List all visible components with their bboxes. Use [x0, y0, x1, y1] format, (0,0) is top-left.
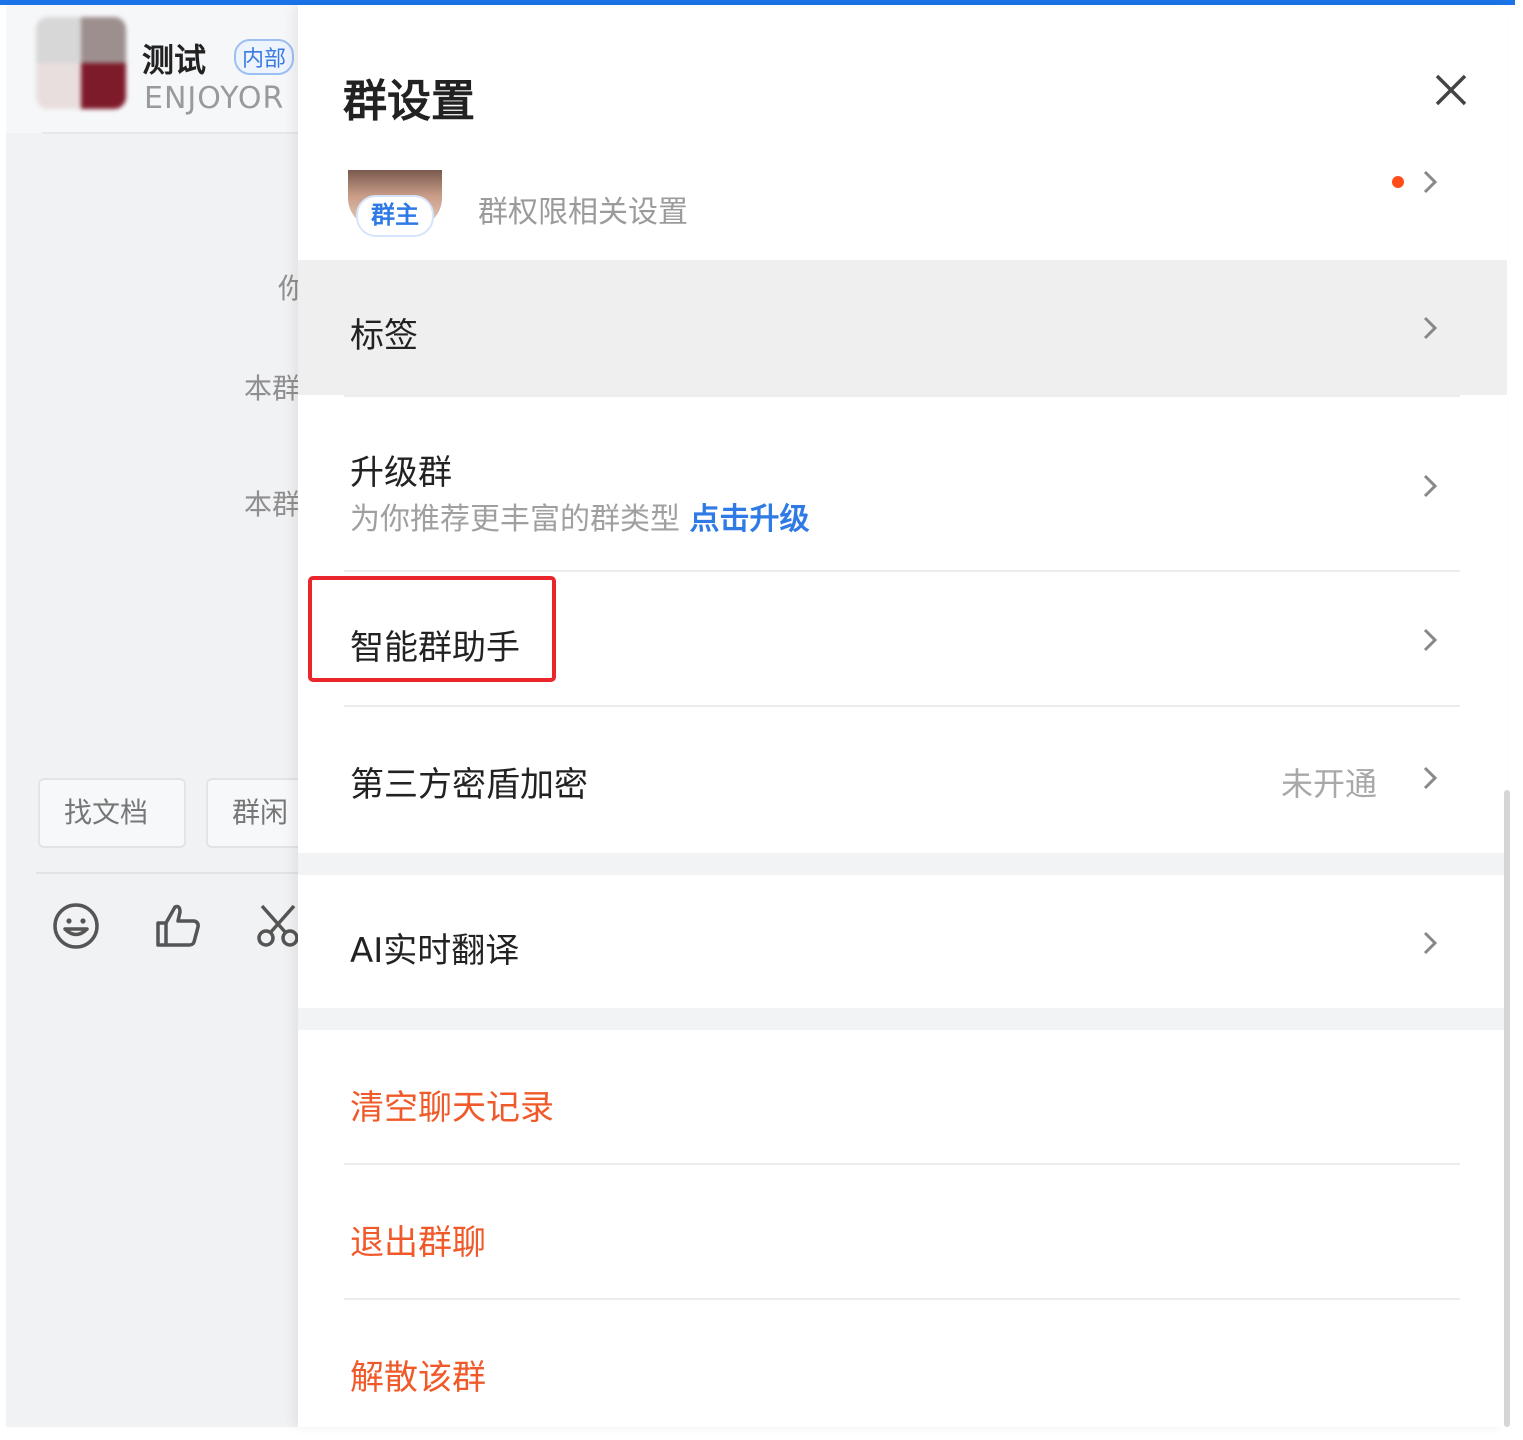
chat-title: 测试 — [142, 41, 207, 79]
chevron-right-icon — [1423, 170, 1438, 194]
owner-badge: 群主 — [356, 195, 434, 237]
chat-message-text: 你 — [278, 272, 300, 305]
encryption-status: 未开通 — [1280, 765, 1377, 803]
tags-row[interactable]: 标签 — [298, 260, 1507, 395]
notification-dot — [1392, 176, 1404, 188]
drawer-scrollbar[interactable] — [1504, 790, 1510, 1427]
ai-translate-label: AI实时翻译 — [350, 931, 520, 971]
section-separator — [298, 853, 1507, 875]
emoji-icon[interactable] — [50, 900, 102, 952]
chat-message-text: 本群 — [244, 488, 300, 521]
chevron-right-icon — [1423, 766, 1438, 790]
upgrade-now-link[interactable]: 点击升级 — [690, 502, 810, 537]
group-avatar[interactable] — [36, 17, 126, 109]
section-separator — [298, 1008, 1507, 1030]
group-owner-row[interactable]: 群主 群权限相关设置 — [298, 155, 1507, 255]
upgrade-group-row[interactable]: 升级群 为你推荐更丰富的群类型 点击升级 — [298, 397, 1507, 569]
tags-label: 标签 — [350, 316, 418, 356]
ai-translate-row[interactable]: AI实时翻译 — [298, 875, 1507, 1008]
group-settings-drawer: 群设置 群主 群权限相关设置 标签 升级群 为你推荐更丰富的群类型 点击升级 智… — [298, 5, 1507, 1427]
chat-window-background: 测试 内部 ENJOYOR 你 本群 本群 找文档 群闲 — [6, 5, 300, 1427]
drawer-title: 群设置 — [343, 76, 475, 127]
upgrade-group-label: 升级群 — [350, 453, 452, 493]
group-idle-button[interactable]: 群闲 — [206, 778, 300, 848]
chat-header: 测试 内部 ENJOYOR — [6, 5, 300, 133]
chevron-right-icon — [1423, 931, 1438, 955]
leave-group-label: 退出群聊 — [350, 1223, 486, 1263]
clear-history-row[interactable]: 清空聊天记录 — [298, 1030, 1507, 1163]
thumbs-up-icon[interactable] — [152, 900, 204, 952]
leave-group-row[interactable]: 退出群聊 — [298, 1165, 1507, 1298]
toolbar-divider — [36, 872, 300, 874]
owner-permission-text: 群权限相关设置 — [478, 195, 688, 230]
third-party-encryption-row[interactable]: 第三方密盾加密 未开通 — [298, 707, 1507, 853]
find-document-button[interactable]: 找文档 — [38, 778, 186, 848]
upgrade-recommendation-text: 为你推荐更丰富的群类型 — [350, 502, 680, 537]
chevron-right-icon — [1423, 628, 1438, 652]
close-icon[interactable] — [1428, 67, 1474, 113]
internal-badge: 内部 — [234, 39, 295, 75]
clear-history-label: 清空聊天记录 — [350, 1088, 554, 1128]
header-divider — [42, 132, 300, 134]
upgrade-group-subtitle: 为你推荐更丰富的群类型 点击升级 — [350, 494, 810, 538]
chevron-right-icon — [1423, 316, 1438, 340]
disband-group-label: 解散该群 — [350, 1358, 486, 1398]
chevron-right-icon — [1423, 474, 1438, 498]
scissors-icon[interactable] — [254, 900, 300, 952]
chat-subtitle: ENJOYOR — [144, 81, 285, 116]
highlight-annotation-box — [308, 576, 556, 682]
encryption-label: 第三方密盾加密 — [350, 765, 588, 805]
chat-message-text: 本群 — [244, 372, 300, 405]
disband-group-row[interactable]: 解散该群 — [298, 1300, 1507, 1427]
